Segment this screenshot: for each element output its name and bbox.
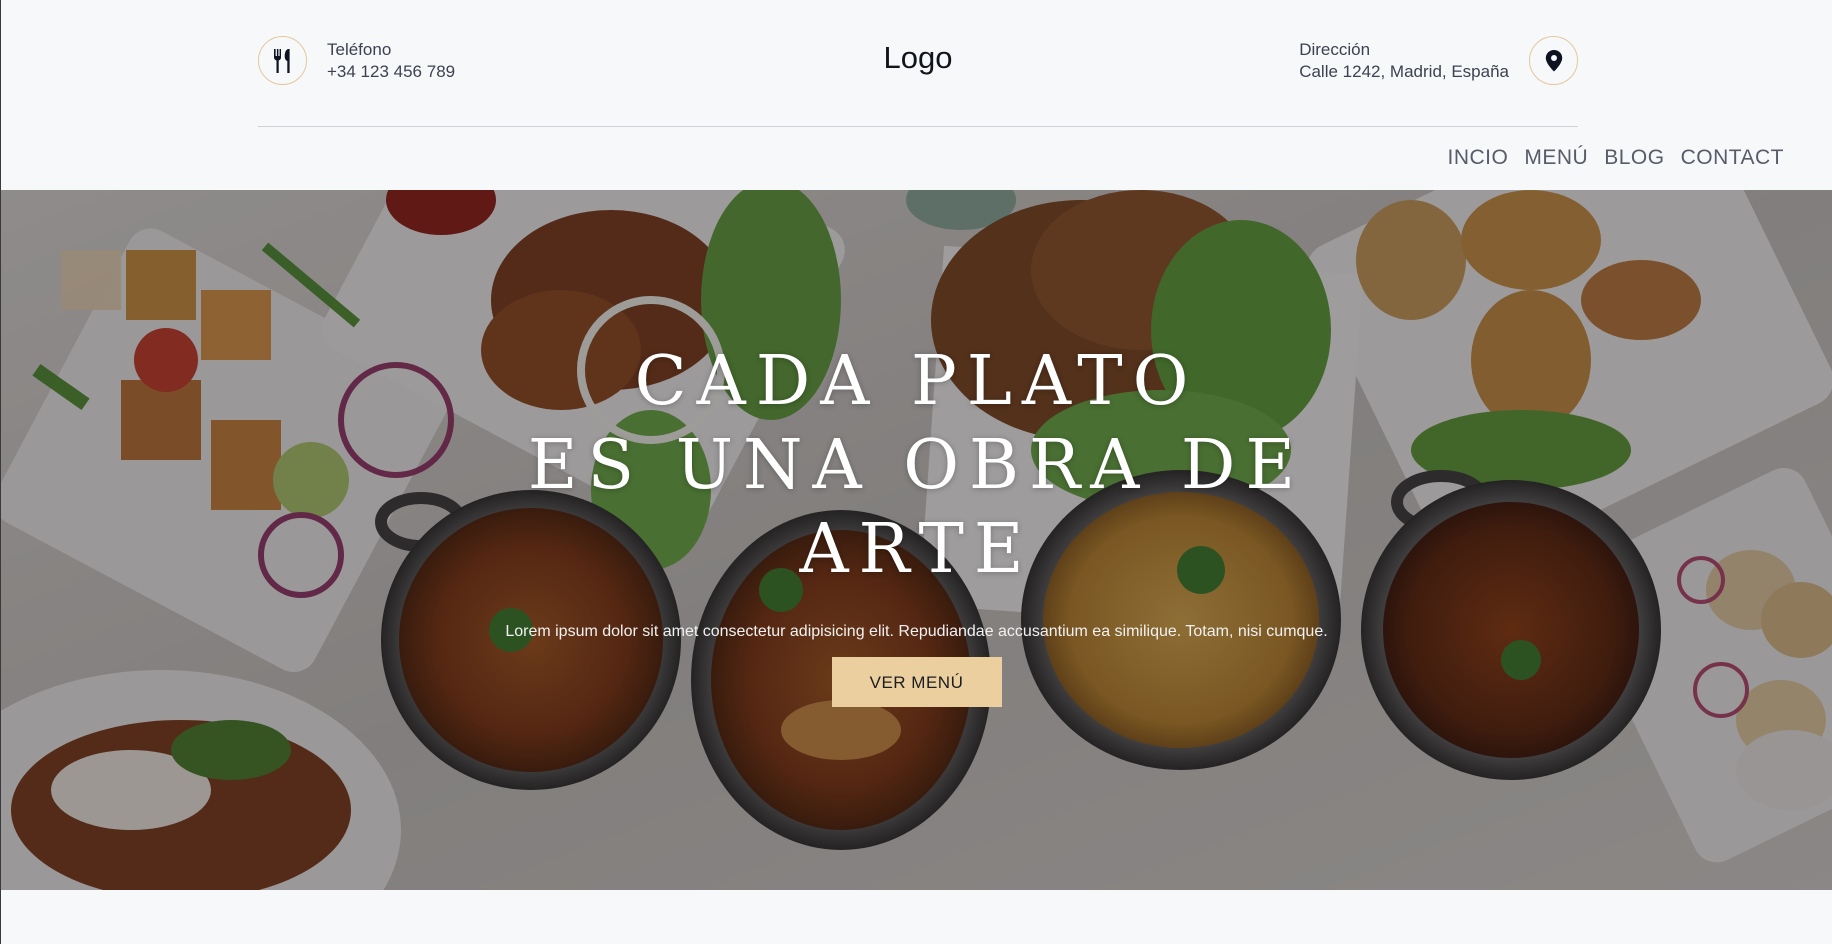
nav-item-inicio[interactable]: INCIO xyxy=(1448,146,1509,170)
nav-item-blog[interactable]: BLOG xyxy=(1604,146,1664,170)
address-contact: Dirección Calle 1242, Madrid, España xyxy=(1299,36,1578,85)
header-divider xyxy=(258,126,1578,127)
header-topbar: Teléfono +34 123 456 789 Logo Dirección … xyxy=(258,36,1578,92)
hero-title-line-3: ARTE xyxy=(799,510,1034,589)
hero-title: CADA PLATO ES UNA OBRA DE ARTE xyxy=(467,340,1367,592)
nav-item-contact[interactable]: CONTACT xyxy=(1681,146,1784,170)
address-label: Dirección xyxy=(1299,39,1371,59)
main-nav: INCIO MENÚ BLOG CONTACT xyxy=(1448,146,1784,170)
nav-item-menu[interactable]: MENÚ xyxy=(1524,146,1588,170)
hero-content: CADA PLATO ES UNA OBRA DE ARTE Lorem ips… xyxy=(1,340,1832,707)
hero-title-line-2: ES UNA OBRA DE xyxy=(527,426,1306,505)
hero-section: CADA PLATO ES UNA OBRA DE ARTE Lorem ips… xyxy=(1,190,1832,890)
map-pin-icon xyxy=(1529,36,1578,85)
ver-menu-button[interactable]: VER MENÚ xyxy=(831,657,1002,707)
page: Teléfono +34 123 456 789 Logo Dirección … xyxy=(0,0,1832,944)
address-value: Calle 1242, Madrid, España xyxy=(1299,61,1509,81)
address-text: Dirección Calle 1242, Madrid, España xyxy=(1299,39,1509,83)
hero-title-line-1: CADA PLATO xyxy=(634,342,1199,421)
hero-description: Lorem ipsum dolor sit amet consectetur a… xyxy=(505,623,1328,640)
